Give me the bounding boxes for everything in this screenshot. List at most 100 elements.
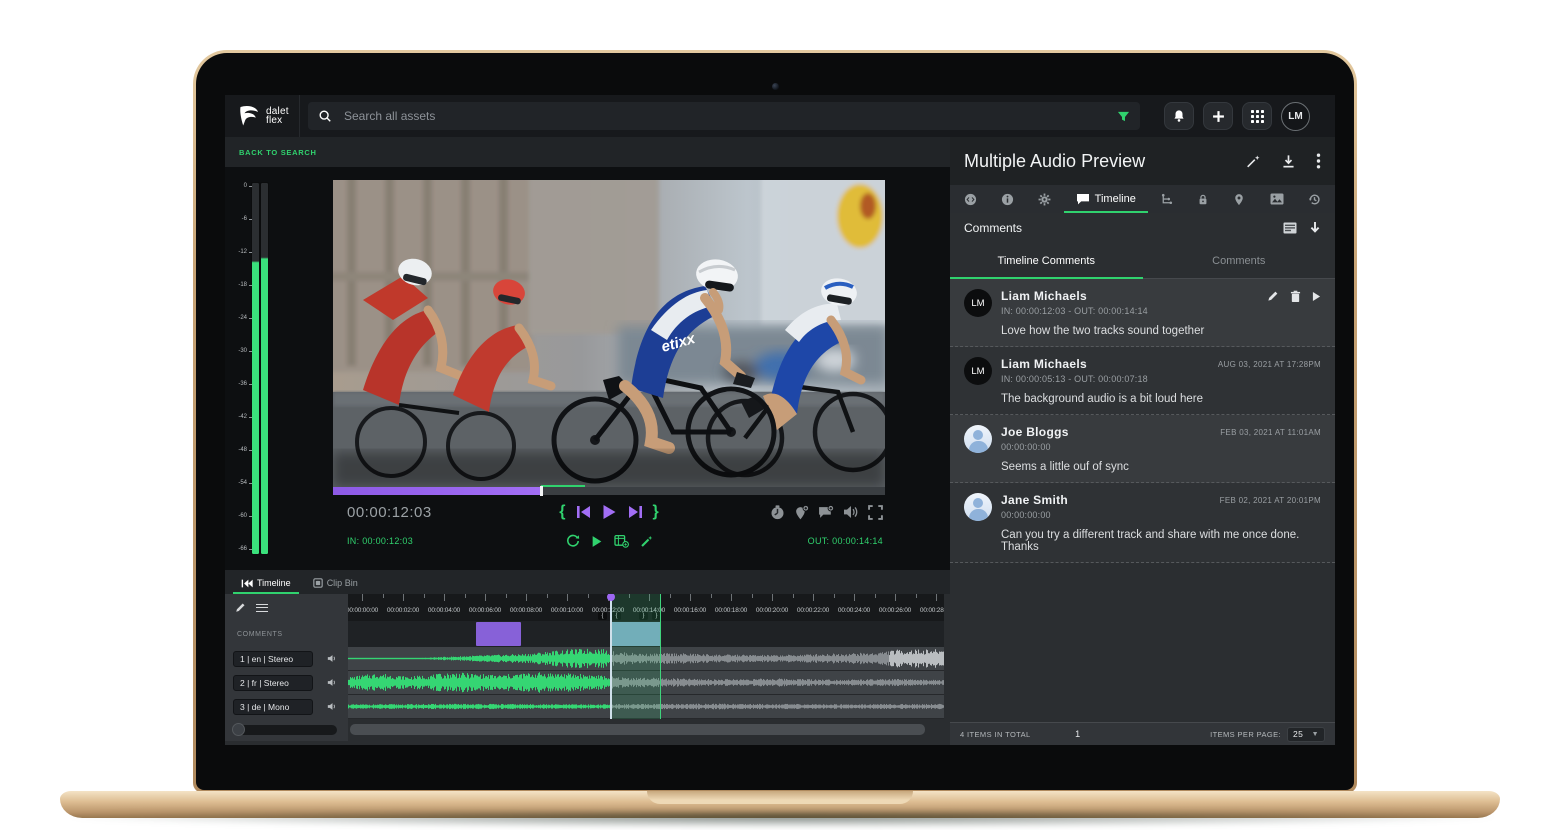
timeline-horizontal-scrollbar[interactable] <box>350 724 925 735</box>
comment-text: The background audio is a bit loud here <box>1001 393 1321 405</box>
ruler-tick <box>506 594 507 598</box>
panel-tab-info[interactable] <box>999 185 1016 213</box>
comment-timecode-range: IN: 00:00:05:13 - OUT: 00:00:07:18 <box>1001 374 1321 384</box>
panel-tab-tree[interactable] <box>1158 185 1175 213</box>
search-input[interactable]: Search all assets <box>308 102 1140 130</box>
wand-icon[interactable] <box>1246 154 1261 169</box>
avatar-person-icon <box>964 425 992 453</box>
create-button[interactable] <box>1203 102 1233 130</box>
user-avatar[interactable]: LM <box>1281 102 1310 131</box>
mark-in-brace-icon[interactable]: { <box>559 504 565 520</box>
ruler-timecode-label: 00:00:00:00 <box>348 607 384 614</box>
track-name-pill[interactable]: 1 | en | Stereo <box>233 651 313 667</box>
comment-text: Love how the two tracks sound together <box>1001 325 1321 337</box>
comment-item[interactable]: LMLiam MichaelsAUG 03, 2021 AT 17:28PMIN… <box>950 347 1335 415</box>
add-marker-icon[interactable] <box>794 505 809 520</box>
download-icon[interactable] <box>1281 154 1296 169</box>
export-comments-icon[interactable] <box>1309 221 1321 235</box>
comment-timecode-range: 00:00:00:00 <box>1001 510 1321 520</box>
notifications-button[interactable] <box>1164 102 1194 130</box>
comments-section-header: Comments <box>950 213 1335 243</box>
track-options-icon[interactable] <box>256 604 268 612</box>
meter-scale-label: -48 <box>233 447 247 453</box>
apps-grid-button[interactable] <box>1242 102 1272 130</box>
play-comment-range-icon[interactable] <box>1312 291 1321 302</box>
annotate-wand-icon[interactable] <box>640 535 653 548</box>
comment-item[interactable]: Joe BloggsFEB 03, 2021 AT 11:01AM00:00:0… <box>950 415 1335 483</box>
ruler-timecode-label: 00:00:10:00 <box>545 607 589 614</box>
ruler-timecode-label: 00:00:20:00 <box>750 607 794 614</box>
step-forward-icon[interactable] <box>627 505 643 519</box>
seek-playhead[interactable] <box>540 486 543 496</box>
panel-tab-pin[interactable] <box>1231 185 1247 213</box>
ruler-tick <box>362 594 363 601</box>
tab-timeline[interactable]: Timeline <box>233 578 299 594</box>
panel-tab-history[interactable] <box>1306 185 1323 213</box>
subtab-timeline-comments[interactable]: Timeline Comments <box>950 243 1143 278</box>
items-per-page-select[interactable]: 25 ▼ <box>1287 727 1325 742</box>
comment-timecode-range: 00:00:00:00 <box>1001 442 1321 452</box>
add-comment-icon[interactable] <box>818 505 834 520</box>
step-back-icon[interactable] <box>576 505 592 519</box>
track-name-pill[interactable]: 2 | fr | Stereo <box>233 675 313 691</box>
panel-tab-chat-timeline[interactable]: Timeline <box>1074 185 1138 213</box>
edit-comment-icon[interactable] <box>1267 290 1279 302</box>
timeline-playhead-dot[interactable] <box>607 594 615 601</box>
track-audio-icon[interactable] <box>327 702 337 711</box>
selection-grip-handle[interactable]: { <box>598 612 607 620</box>
playback-speed-icon[interactable] <box>770 505 785 520</box>
clip-bin-icon <box>313 578 323 588</box>
tab-clip-bin[interactable]: Clip Bin <box>305 578 366 594</box>
track-audio-icon[interactable] <box>327 654 337 663</box>
meter-scale-label: -24 <box>233 315 247 321</box>
pagination-current-page[interactable]: 1 <box>1075 729 1080 739</box>
ruler-timecode-label: 00:00:26:00 <box>873 607 917 614</box>
ruler-tick <box>936 594 937 601</box>
timeline-playhead[interactable] <box>610 600 612 719</box>
comment-text: Seems a little ouf of sync <box>1001 461 1321 473</box>
meter-scale-label: -42 <box>233 414 247 420</box>
track-name-pill[interactable]: 3 | de | Mono <box>233 699 313 715</box>
ruler-tick <box>485 594 486 601</box>
meter-scale-label: -54 <box>233 480 247 486</box>
back-to-search-link[interactable]: BACK TO SEARCH <box>239 148 317 157</box>
panel-tab-lock[interactable] <box>1195 185 1211 213</box>
panel-tab-gear[interactable] <box>1036 185 1053 213</box>
panel-tab-image[interactable] <box>1268 185 1286 213</box>
comment-item[interactable]: LMLiam MichaelsIN: 00:00:12:03 - OUT: 00… <box>950 279 1335 347</box>
comment-date: AUG 03, 2021 AT 17:28PM <box>1218 360 1321 369</box>
track-labels: 1 | en | Stereo 2 | fr | Stereo 3 | de | M… <box>225 647 348 718</box>
timeline-zoom-slider[interactable] <box>233 725 337 735</box>
timeline-toolbar <box>225 594 348 621</box>
seek-bar[interactable] <box>333 487 885 495</box>
video-frame[interactable]: etixx <box>333 180 885 487</box>
player-area: 0-6-12-18-24-30-36-42-48-54-60-66 <box>225 167 950 570</box>
timeline-comment-block[interactable] <box>476 622 522 646</box>
logo-text: dalet flex <box>266 107 289 126</box>
zoom-slider-knob[interactable] <box>232 723 245 736</box>
create-subclip-icon[interactable] <box>614 534 629 548</box>
loop-icon[interactable] <box>566 534 580 548</box>
play-range-icon[interactable] <box>591 535 603 548</box>
volume-icon[interactable] <box>843 505 859 519</box>
ruler-tick <box>854 594 855 601</box>
dalet-flex-logo[interactable]: dalet flex <box>225 104 295 128</box>
meter-scale-label: -30 <box>233 348 247 354</box>
filter-funnel-icon[interactable] <box>1117 110 1130 123</box>
subtab-comments[interactable]: Comments <box>1143 243 1336 278</box>
delete-comment-icon[interactable] <box>1290 290 1301 303</box>
ruler-timecode-label: 00:00:04:00 <box>422 607 466 614</box>
ruler-tick <box>895 594 896 601</box>
comment-item[interactable]: Jane SmithFEB 02, 2021 AT 20:01PM00:00:0… <box>950 483 1335 563</box>
fullscreen-icon[interactable] <box>868 505 883 520</box>
loop-selection-overlay[interactable] <box>610 594 661 719</box>
track-audio-icon[interactable] <box>327 678 337 687</box>
kebab-menu-icon[interactable] <box>1316 153 1321 169</box>
edit-pencil-icon[interactable] <box>235 602 246 613</box>
play-icon[interactable] <box>602 504 617 520</box>
ruler-tick <box>444 594 445 601</box>
seek-inout-range <box>541 485 585 487</box>
panel-tab-code[interactable] <box>962 185 979 213</box>
comment-card-view-icon[interactable] <box>1283 222 1297 234</box>
out-point-label: OUT: 00:00:14:14 <box>653 536 886 546</box>
